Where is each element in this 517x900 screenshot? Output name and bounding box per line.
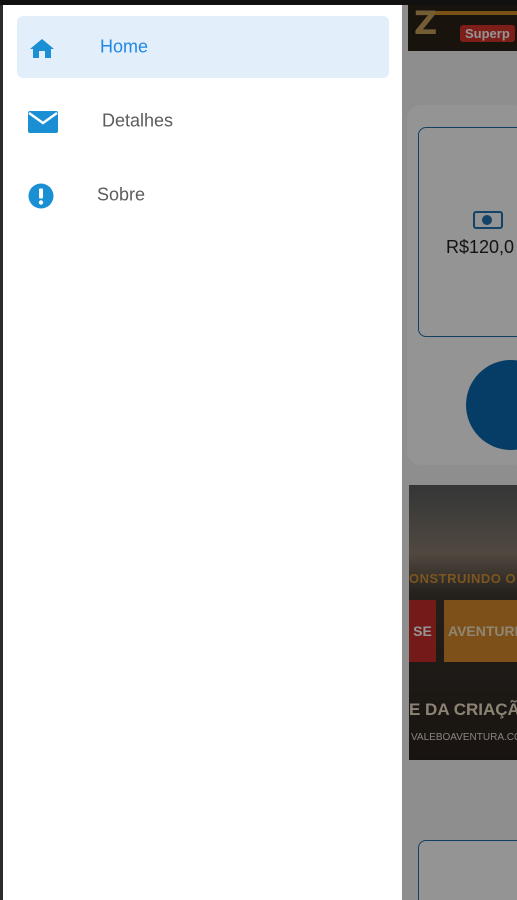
info-icon <box>28 183 54 214</box>
drawer-item-home[interactable]: Home <box>17 16 389 78</box>
drawer-item-label: Home <box>100 36 149 57</box>
drawer-item-sobre[interactable]: Sobre <box>17 164 389 226</box>
status-bar <box>0 0 517 5</box>
drawer-item-label: Sobre <box>97 184 146 205</box>
navigation-drawer: Home Detalhes Sobre <box>0 5 402 900</box>
drawer-item-detalhes[interactable]: Detalhes <box>17 90 389 152</box>
drawer-scrim[interactable] <box>402 0 517 900</box>
home-icon <box>29 37 55 64</box>
mail-icon <box>27 110 59 139</box>
drawer-item-label: Detalhes <box>102 110 174 131</box>
